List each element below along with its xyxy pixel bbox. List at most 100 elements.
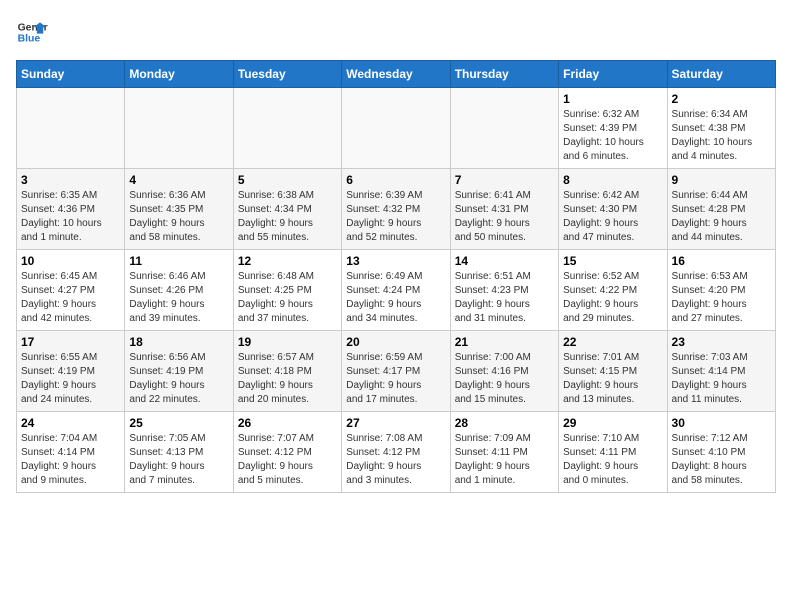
day-info: Sunrise: 6:39 AMSunset: 4:32 PMDaylight:… <box>346 189 445 245</box>
calendar-cell: 22 Sunrise: 7:01 AMSunset: 4:15 PMDayligh… <box>559 331 667 412</box>
calendar-cell: 6 Sunrise: 6:39 AMSunset: 4:32 PMDaylight… <box>342 169 450 250</box>
day-number: 1 <box>563 92 662 106</box>
day-number: 28 <box>455 416 554 430</box>
calendar-week-5: 24Sunrise: 7:04 AMSunset: 4:14 PMDayligh… <box>17 412 776 493</box>
day-info: Sunrise: 7:01 AMSunset: 4:15 PMDaylight:… <box>563 351 662 407</box>
calendar-cell: 25 Sunrise: 7:05 AMSunset: 4:13 PMDayligh… <box>125 412 233 493</box>
day-number: 19 <box>238 335 337 349</box>
day-info: Sunrise: 6:57 AMSunset: 4:18 PMDaylight:… <box>238 351 337 407</box>
calendar-week-2: 3 Sunrise: 6:35 AMSunset: 4:36 PMDaylight… <box>17 169 776 250</box>
calendar-week-4: 17 Sunrise: 6:55 AMSunset: 4:19 PMDayligh… <box>17 331 776 412</box>
calendar-cell: 14 Sunrise: 6:51 AMSunset: 4:23 PMDayligh… <box>450 250 558 331</box>
weekday-header-thursday: Thursday <box>450 61 558 88</box>
day-number: 21 <box>455 335 554 349</box>
day-number: 25 <box>129 416 228 430</box>
calendar-table: SundayMondayTuesdayWednesdayThursdayFrid… <box>16 60 776 493</box>
calendar-cell: 1Sunrise: 6:32 AMSunset: 4:39 PMDaylight… <box>559 88 667 169</box>
day-info: Sunrise: 6:56 AMSunset: 4:19 PMDaylight:… <box>129 351 228 407</box>
day-info: Sunrise: 6:35 AMSunset: 4:36 PMDaylight:… <box>21 189 120 245</box>
day-number: 8 <box>563 173 662 187</box>
day-number: 7 <box>455 173 554 187</box>
weekday-header-friday: Friday <box>559 61 667 88</box>
weekday-header-saturday: Saturday <box>667 61 775 88</box>
calendar-cell: 13 Sunrise: 6:49 AMSunset: 4:24 PMDayligh… <box>342 250 450 331</box>
calendar-cell: 24Sunrise: 7:04 AMSunset: 4:14 PMDayligh… <box>17 412 125 493</box>
day-number: 17 <box>21 335 120 349</box>
day-info: Sunrise: 7:09 AMSunset: 4:11 PMDaylight:… <box>455 432 554 488</box>
day-info: Sunrise: 7:03 AMSunset: 4:14 PMDaylight:… <box>672 351 771 407</box>
day-number: 26 <box>238 416 337 430</box>
calendar-cell <box>125 88 233 169</box>
day-info: Sunrise: 6:53 AMSunset: 4:20 PMDaylight:… <box>672 270 771 326</box>
day-number: 30 <box>672 416 771 430</box>
calendar-cell <box>342 88 450 169</box>
day-info: Sunrise: 6:38 AMSunset: 4:34 PMDaylight:… <box>238 189 337 245</box>
day-number: 12 <box>238 254 337 268</box>
day-number: 6 <box>346 173 445 187</box>
weekday-header-tuesday: Tuesday <box>233 61 341 88</box>
day-number: 11 <box>129 254 228 268</box>
calendar-cell: 4Sunrise: 6:36 AMSunset: 4:35 PMDaylight… <box>125 169 233 250</box>
calendar-cell: 21Sunrise: 7:00 AMSunset: 4:16 PMDayligh… <box>450 331 558 412</box>
calendar-cell: 7 Sunrise: 6:41 AMSunset: 4:31 PMDaylight… <box>450 169 558 250</box>
weekday-header-monday: Monday <box>125 61 233 88</box>
day-number: 9 <box>672 173 771 187</box>
day-number: 24 <box>21 416 120 430</box>
day-info: Sunrise: 6:49 AMSunset: 4:24 PMDaylight:… <box>346 270 445 326</box>
day-number: 18 <box>129 335 228 349</box>
day-info: Sunrise: 6:45 AMSunset: 4:27 PMDaylight:… <box>21 270 120 326</box>
day-info: Sunrise: 6:55 AMSunset: 4:19 PMDaylight:… <box>21 351 120 407</box>
calendar-cell: 9 Sunrise: 6:44 AMSunset: 4:28 PMDaylight… <box>667 169 775 250</box>
logo: General Blue <box>16 16 48 48</box>
day-number: 3 <box>21 173 120 187</box>
day-info: Sunrise: 6:52 AMSunset: 4:22 PMDaylight:… <box>563 270 662 326</box>
calendar-week-3: 10 Sunrise: 6:45 AMSunset: 4:27 PMDayligh… <box>17 250 776 331</box>
day-number: 23 <box>672 335 771 349</box>
calendar-cell: 16 Sunrise: 6:53 AMSunset: 4:20 PMDayligh… <box>667 250 775 331</box>
day-info: Sunrise: 6:42 AMSunset: 4:30 PMDaylight:… <box>563 189 662 245</box>
calendar-cell: 8 Sunrise: 6:42 AMSunset: 4:30 PMDaylight… <box>559 169 667 250</box>
day-number: 15 <box>563 254 662 268</box>
calendar-cell: 5Sunrise: 6:38 AMSunset: 4:34 PMDaylight… <box>233 169 341 250</box>
day-number: 14 <box>455 254 554 268</box>
day-info: Sunrise: 7:10 AMSunset: 4:11 PMDaylight:… <box>563 432 662 488</box>
calendar-cell: 2 Sunrise: 6:34 AMSunset: 4:38 PMDaylight… <box>667 88 775 169</box>
day-info: Sunrise: 6:41 AMSunset: 4:31 PMDaylight:… <box>455 189 554 245</box>
header: General Blue <box>16 16 776 48</box>
calendar-cell: 3 Sunrise: 6:35 AMSunset: 4:36 PMDaylight… <box>17 169 125 250</box>
calendar-cell: 26 Sunrise: 7:07 AMSunset: 4:12 PMDayligh… <box>233 412 341 493</box>
calendar-cell: 19 Sunrise: 6:57 AMSunset: 4:18 PMDayligh… <box>233 331 341 412</box>
calendar-cell <box>450 88 558 169</box>
calendar-cell: 23 Sunrise: 7:03 AMSunset: 4:14 PMDayligh… <box>667 331 775 412</box>
day-number: 29 <box>563 416 662 430</box>
day-info: Sunrise: 6:44 AMSunset: 4:28 PMDaylight:… <box>672 189 771 245</box>
day-number: 16 <box>672 254 771 268</box>
day-info: Sunrise: 6:34 AMSunset: 4:38 PMDaylight:… <box>672 108 771 164</box>
day-number: 27 <box>346 416 445 430</box>
calendar-week-1: 1Sunrise: 6:32 AMSunset: 4:39 PMDaylight… <box>17 88 776 169</box>
day-info: Sunrise: 6:59 AMSunset: 4:17 PMDaylight:… <box>346 351 445 407</box>
day-info: Sunrise: 7:12 AMSunset: 4:10 PMDaylight:… <box>672 432 771 488</box>
day-number: 20 <box>346 335 445 349</box>
calendar-cell: 15 Sunrise: 6:52 AMSunset: 4:22 PMDayligh… <box>559 250 667 331</box>
calendar-cell: 12 Sunrise: 6:48 AMSunset: 4:25 PMDayligh… <box>233 250 341 331</box>
calendar-cell: 17 Sunrise: 6:55 AMSunset: 4:19 PMDayligh… <box>17 331 125 412</box>
calendar-cell: 28 Sunrise: 7:09 AMSunset: 4:11 PMDayligh… <box>450 412 558 493</box>
day-info: Sunrise: 6:48 AMSunset: 4:25 PMDaylight:… <box>238 270 337 326</box>
svg-text:Blue: Blue <box>18 34 41 45</box>
calendar-cell: 20 Sunrise: 6:59 AMSunset: 4:17 PMDayligh… <box>342 331 450 412</box>
weekday-header-sunday: Sunday <box>17 61 125 88</box>
logo-icon: General Blue <box>16 16 48 48</box>
day-info: Sunrise: 6:46 AMSunset: 4:26 PMDaylight:… <box>129 270 228 326</box>
day-info: Sunrise: 7:05 AMSunset: 4:13 PMDaylight:… <box>129 432 228 488</box>
day-number: 13 <box>346 254 445 268</box>
calendar-cell <box>17 88 125 169</box>
day-number: 10 <box>21 254 120 268</box>
day-number: 4 <box>129 173 228 187</box>
day-info: Sunrise: 7:07 AMSunset: 4:12 PMDaylight:… <box>238 432 337 488</box>
weekday-header-wednesday: Wednesday <box>342 61 450 88</box>
calendar-cell <box>233 88 341 169</box>
day-info: Sunrise: 6:51 AMSunset: 4:23 PMDaylight:… <box>455 270 554 326</box>
day-number: 2 <box>672 92 771 106</box>
day-number: 22 <box>563 335 662 349</box>
